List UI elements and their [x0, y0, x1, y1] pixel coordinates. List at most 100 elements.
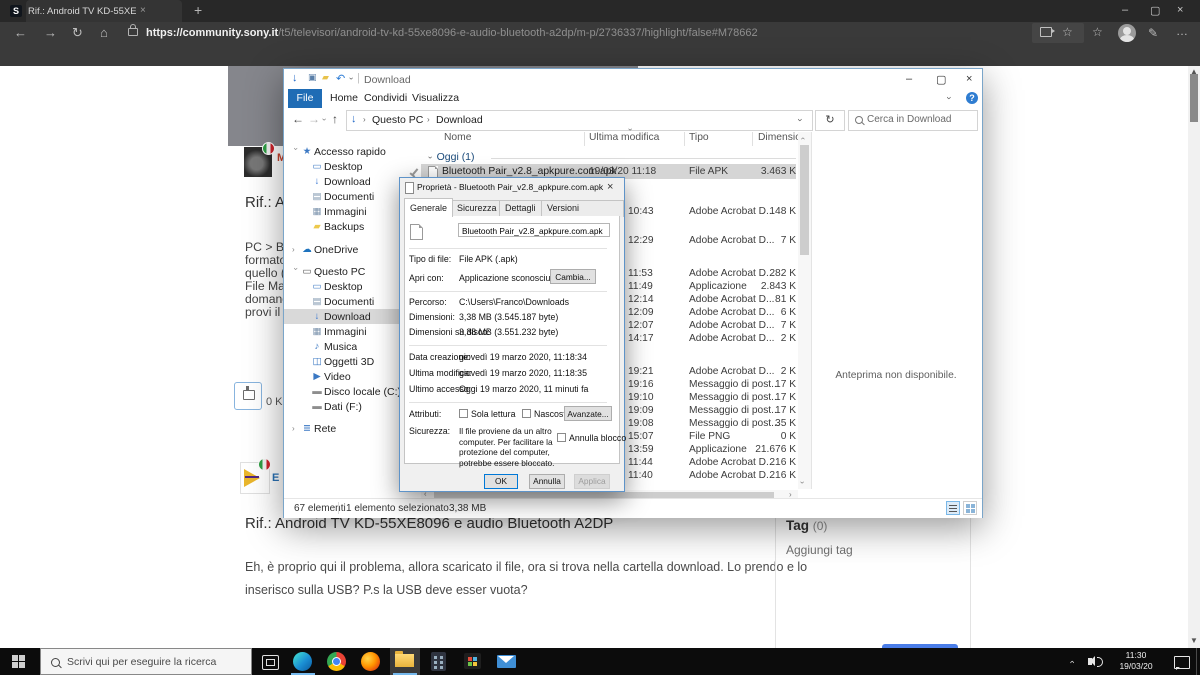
- search-box[interactable]: Cerca in Download: [848, 110, 978, 131]
- refresh-icon[interactable]: ↻: [72, 25, 83, 41]
- tab-close-icon[interactable]: ×: [140, 5, 146, 16]
- tree-chevron-icon[interactable]: ›: [292, 245, 300, 254]
- speaker-icon[interactable]: [1088, 658, 1092, 665]
- group-collapse-icon[interactable]: ›: [426, 156, 435, 159]
- column-header-modified[interactable]: Ultima modifica: [589, 132, 659, 143]
- column-header-name[interactable]: Nome: [444, 132, 471, 143]
- ribbon-expand-icon[interactable]: ›: [945, 97, 955, 100]
- taskbar-chrome[interactable]: [322, 648, 352, 675]
- field-label: Tipo di file:: [409, 254, 451, 264]
- ribbon-tab-visualizza[interactable]: Visualizza: [412, 92, 459, 104]
- scroll-down-icon[interactable]: ▼: [1190, 636, 1198, 645]
- explorer-maximize-button[interactable]: ▢: [936, 73, 946, 86]
- more-menu-icon[interactable]: …: [1176, 24, 1189, 38]
- kudos-button[interactable]: [234, 382, 262, 410]
- checkbox-annulla-blocco[interactable]: [557, 433, 566, 442]
- window-maximize-button[interactable]: ▢: [1150, 4, 1160, 17]
- nav-history-icon[interactable]: ›: [320, 118, 329, 121]
- tab-dettagli[interactable]: Dettagli: [499, 200, 542, 217]
- taskbar-calculator[interactable]: [424, 648, 454, 675]
- properties-qat-icon[interactable]: ▣: [308, 72, 317, 83]
- taskbar-firefox[interactable]: [356, 648, 386, 675]
- annulla-button[interactable]: Annulla: [529, 474, 565, 489]
- taskbar-file-explorer[interactable]: [390, 648, 420, 675]
- breadcrumb-root[interactable]: Questo PC: [372, 114, 423, 126]
- dialog-close-icon[interactable]: ×: [607, 181, 613, 193]
- ok-button[interactable]: OK: [484, 474, 518, 489]
- avanzate-button[interactable]: Avanzate...: [564, 406, 612, 421]
- taskbar-mail[interactable]: [492, 648, 522, 675]
- tree-chevron-icon[interactable]: ›: [292, 424, 300, 433]
- explorer-minimize-button[interactable]: –: [906, 73, 912, 85]
- newfolder-qat-icon[interactable]: ▰: [322, 72, 329, 83]
- task-view-icon[interactable]: [262, 655, 279, 670]
- sidebar-item[interactable]: › ★ Accesso rapido: [284, 144, 428, 159]
- scroll-up-icon[interactable]: ›: [798, 137, 807, 140]
- address-dropdown-icon[interactable]: ›: [796, 119, 806, 122]
- favorites-hub-icon[interactable]: ☆: [1092, 25, 1103, 39]
- breadcrumb-folder[interactable]: Download: [436, 114, 483, 126]
- home-icon[interactable]: ⌂: [100, 25, 108, 40]
- tab-generale[interactable]: Generale: [404, 198, 453, 217]
- read-aloud-icon[interactable]: [1040, 27, 1052, 37]
- sidebar-item-label: Disco locale (C:): [324, 386, 401, 398]
- cambia-button[interactable]: Cambia...: [550, 269, 596, 284]
- tree-chevron-icon[interactable]: ›: [292, 148, 301, 156]
- checkbox-nascosto[interactable]: [522, 409, 531, 418]
- refresh-button[interactable]: ↻: [815, 110, 845, 131]
- tab-versioni-precedenti[interactable]: Versioni precedenti: [541, 200, 624, 217]
- taskbar-search-box[interactable]: Scrivi qui per eseguire la ricerca: [40, 648, 252, 675]
- address-bar[interactable]: https://community.sony.it/t5/televisori/…: [146, 27, 1026, 39]
- hidden-icons-chevron[interactable]: ›: [1067, 661, 1077, 664]
- tab-sicurezza[interactable]: Sicurezza: [451, 200, 503, 217]
- add-tag-link[interactable]: Aggiungi tag: [786, 543, 853, 557]
- scroll-down-icon[interactable]: ›: [798, 481, 807, 484]
- post-text-line: quello (: [245, 266, 285, 280]
- preview-pane-divider[interactable]: [811, 132, 812, 489]
- filename-input[interactable]: Bluetooth Pair_v2.8_apkpure.com.apk: [458, 223, 610, 237]
- download-qat-icon[interactable]: ↓: [292, 72, 298, 84]
- column-divider[interactable]: [584, 132, 585, 146]
- details-view-toggle[interactable]: [946, 501, 960, 515]
- undo-qat-icon[interactable]: ↶: [336, 72, 345, 85]
- start-button[interactable]: [12, 655, 25, 668]
- column-divider[interactable]: [684, 132, 685, 146]
- qat-menu-icon[interactable]: ›: [347, 77, 356, 80]
- favorite-star-icon[interactable]: ☆: [1062, 25, 1073, 39]
- ribbon-tab-condividi[interactable]: Condividi: [364, 92, 407, 104]
- address-box[interactable]: ↓ › Questo PC › Download ›: [346, 110, 813, 131]
- page-scrollbar-thumb[interactable]: [1190, 74, 1198, 122]
- taskbar-clock[interactable]: 11:30 19/03/20: [1110, 650, 1162, 672]
- profile-avatar[interactable]: [1118, 24, 1136, 42]
- explorer-close-button[interactable]: ×: [966, 73, 972, 85]
- action-center-icon[interactable]: [1174, 656, 1190, 669]
- page-scrollbar[interactable]: [1188, 66, 1200, 648]
- dialog-title-bar[interactable]: Proprietà - Bluetooth Pair_v2.8_apkpure.…: [400, 178, 624, 197]
- show-desktop-button[interactable]: [1196, 648, 1197, 675]
- scrollbar-thumb[interactable]: [800, 145, 809, 255]
- window-close-button[interactable]: ×: [1177, 4, 1183, 16]
- window-minimize-button[interactable]: –: [1122, 4, 1128, 16]
- new-tab-button[interactable]: +: [194, 2, 202, 18]
- column-divider[interactable]: [752, 132, 753, 146]
- reply-author-name[interactable]: E: [272, 472, 279, 484]
- help-icon[interactable]: ?: [966, 92, 978, 104]
- nav-up-icon[interactable]: ↑: [332, 112, 338, 126]
- file-modified-time: 19:16: [628, 379, 654, 390]
- applica-button[interactable]: Applica: [574, 474, 610, 489]
- nav-forward-icon[interactable]: →: [308, 112, 320, 126]
- icons-view-toggle[interactable]: [963, 501, 977, 515]
- group-header[interactable]: › Oggi (1): [429, 151, 475, 163]
- taskbar-store[interactable]: [458, 648, 488, 675]
- taskbar-edge[interactable]: [288, 648, 318, 675]
- column-header-type[interactable]: Tipo: [689, 132, 709, 143]
- feedback-icon[interactable]: ✎: [1148, 26, 1158, 40]
- ribbon-tab-file[interactable]: File: [288, 89, 322, 108]
- url-path: /t5/televisori/android-tv-kd-55xe8096-e-…: [278, 27, 757, 39]
- nav-back-icon[interactable]: ←: [292, 112, 304, 126]
- ribbon-tab-home[interactable]: Home: [330, 92, 358, 104]
- tree-chevron-icon[interactable]: ›: [292, 268, 301, 276]
- checkbox-sola-lettura[interactable]: [459, 409, 468, 418]
- back-icon[interactable]: ←: [14, 25, 27, 40]
- forward-icon[interactable]: →: [44, 25, 57, 40]
